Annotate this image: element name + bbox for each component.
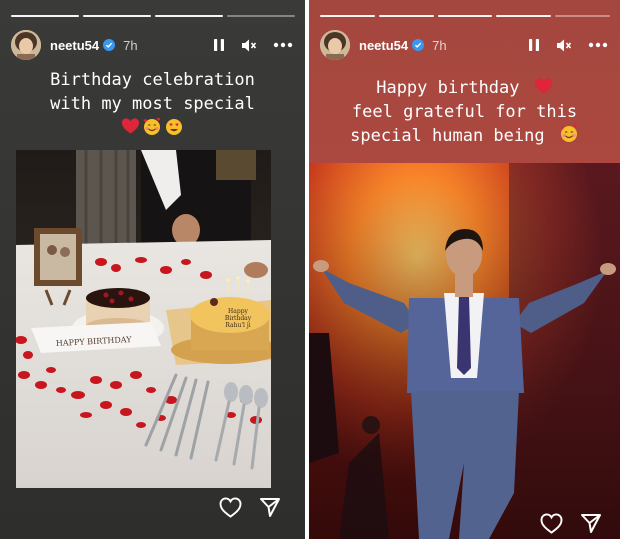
- caption-line: Happy birthday: [309, 76, 620, 100]
- pause-icon[interactable]: [213, 38, 225, 52]
- more-icon[interactable]: [273, 42, 293, 48]
- progress-segment: [496, 15, 552, 17]
- caption-line: special human being: [309, 124, 620, 148]
- progress-segment: [155, 15, 223, 17]
- caption-text: special human being: [350, 126, 545, 146]
- send-icon[interactable]: [580, 513, 602, 534]
- verified-icon: [103, 39, 116, 51]
- progress-segment: [555, 15, 610, 17]
- caption-line: with my most special: [50, 94, 255, 114]
- cake-text: Rahu'l ji: [225, 322, 250, 329]
- avatar[interactable]: [320, 30, 350, 60]
- progress-segment: [320, 15, 375, 17]
- post-time: 7h: [123, 37, 138, 53]
- post-time: 7h: [432, 37, 447, 53]
- caption-line: feel grateful for this: [351, 102, 578, 122]
- heart-eyes-emoji: [166, 119, 182, 135]
- avatar[interactable]: [11, 30, 41, 60]
- more-icon[interactable]: [588, 42, 608, 48]
- caption-line: Birthday celebration: [50, 70, 255, 90]
- heart-icon[interactable]: [540, 513, 563, 534]
- story-caption: Happy birthday feel grateful for this sp…: [309, 76, 620, 148]
- verified-icon: [412, 39, 425, 51]
- cake-photo: HAPPY BIRTHDAY Happy Birthday Rahu'l ji: [16, 150, 271, 488]
- story-header: neetu54 7h: [11, 30, 293, 60]
- mute-icon[interactable]: [556, 38, 572, 53]
- story-progress-bar: [320, 15, 610, 17]
- caption-text: Happy birthday: [376, 78, 520, 98]
- heart-icon[interactable]: [219, 497, 242, 518]
- mute-icon[interactable]: [241, 38, 257, 53]
- story-header: neetu54 7h: [320, 30, 608, 60]
- username[interactable]: neetu54: [50, 38, 99, 53]
- smiling-face-with-hearts-emoji: [560, 124, 578, 142]
- pause-icon[interactable]: [528, 38, 540, 52]
- progress-segment: [378, 15, 434, 17]
- stage-photo: [309, 163, 620, 539]
- username[interactable]: neetu54: [359, 38, 408, 53]
- heart-emoji: [534, 78, 552, 94]
- progress-segment: [83, 15, 151, 17]
- progress-segment: [11, 15, 79, 17]
- smiling-face-with-hearts-emoji: [143, 117, 161, 135]
- story-right[interactable]: neetu54 7h Happy birthday feel grateful …: [309, 0, 620, 539]
- cake-text: Birthday: [225, 315, 252, 322]
- progress-segment: [437, 15, 493, 17]
- story-caption: Birthday celebration with my most specia…: [0, 68, 305, 137]
- story-progress-bar: [11, 15, 295, 17]
- send-icon[interactable]: [259, 497, 281, 518]
- cake-text: Happy: [228, 308, 248, 315]
- heart-emoji: [121, 118, 140, 134]
- progress-segment: [227, 15, 295, 17]
- story-left[interactable]: neetu54 7h Birthday celebration with my …: [0, 0, 305, 539]
